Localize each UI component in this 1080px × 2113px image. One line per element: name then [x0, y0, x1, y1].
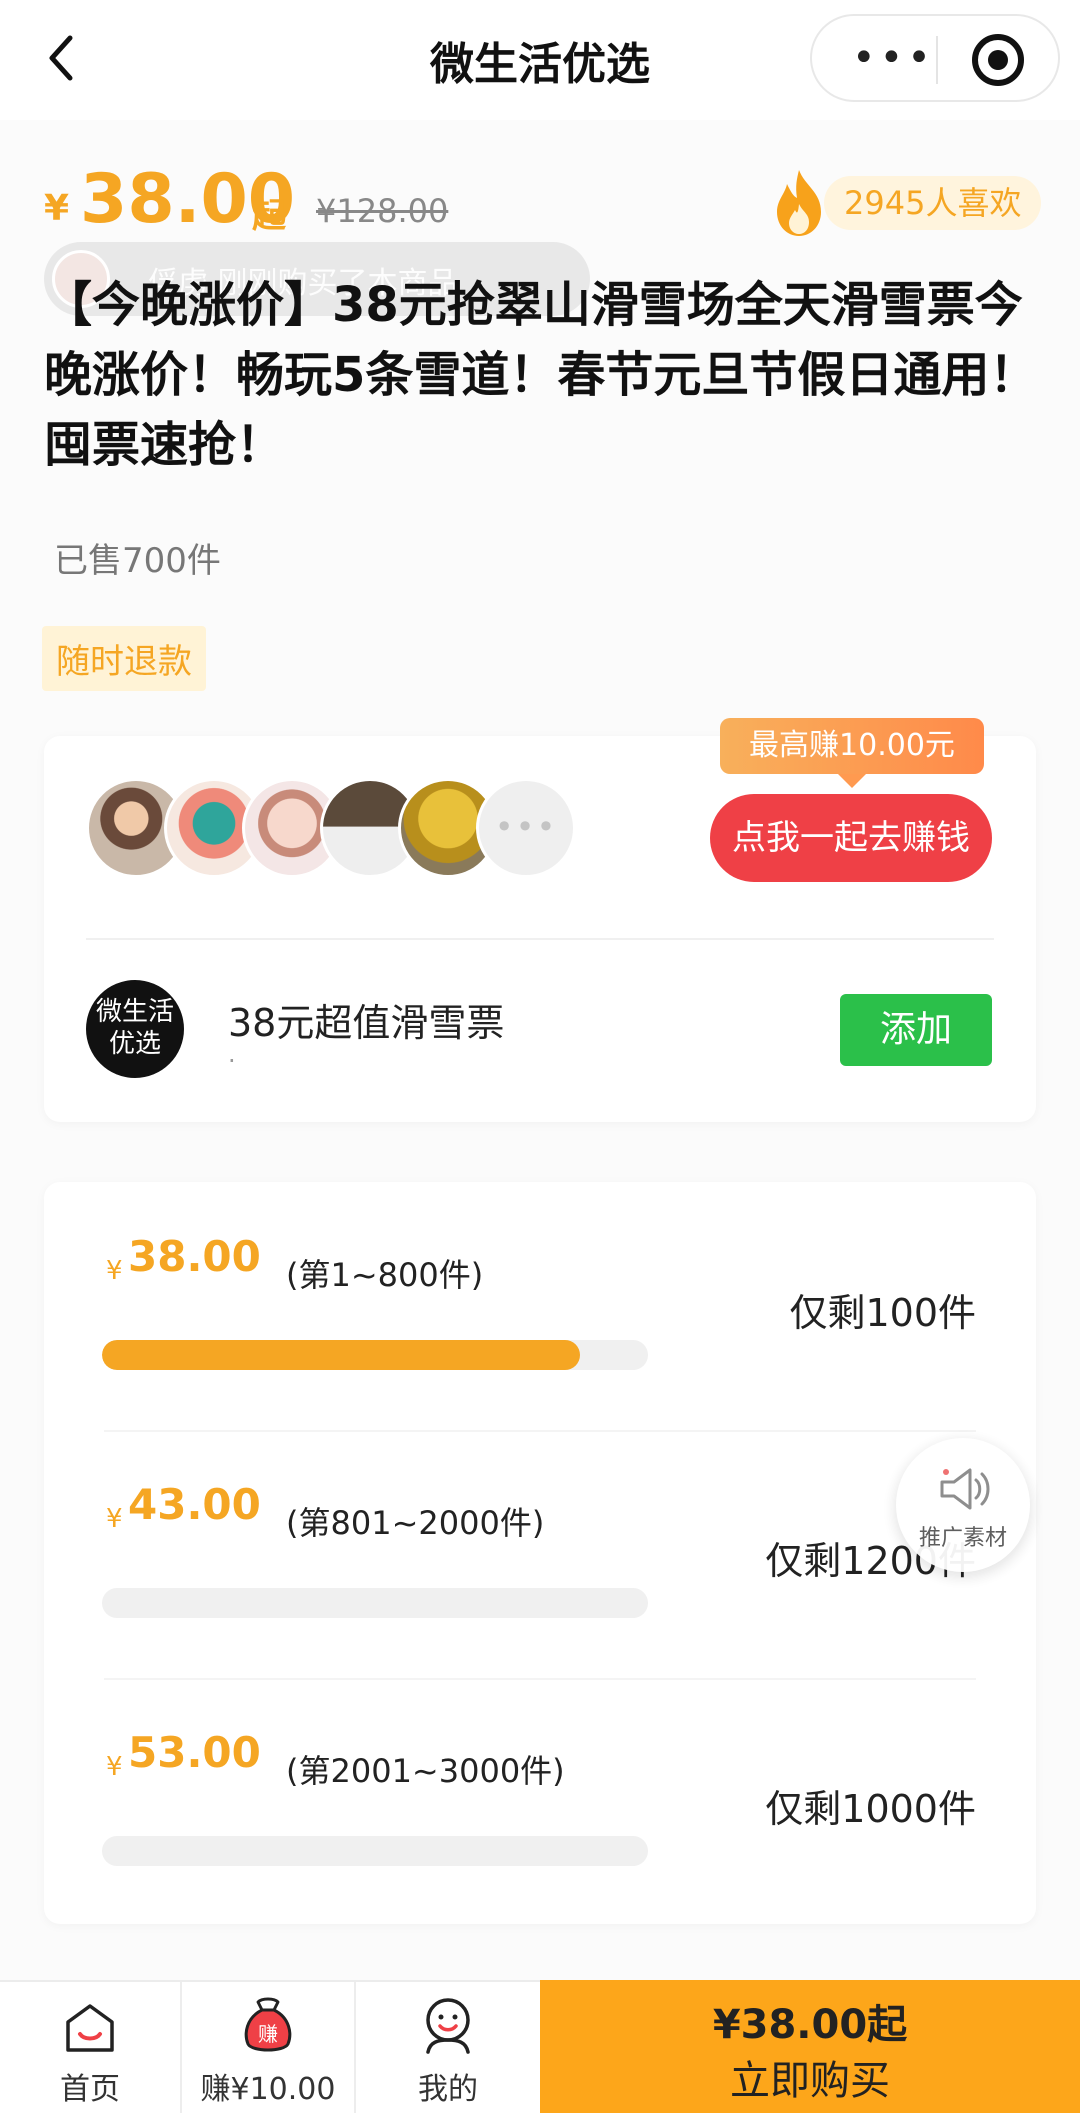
- target-icon[interactable]: [972, 34, 1024, 86]
- product-page: 微生活优选 ••• ¥ 38.00 起 ¥128.00 2945人喜欢 俘虏 刚…: [0, 0, 1080, 2113]
- tab-earn-label: 赚¥10.00: [200, 2072, 336, 2107]
- more-dots-icon[interactable]: •••: [852, 34, 935, 82]
- buy-price: ¥38.00起: [712, 2002, 908, 2048]
- tier-currency: ¥: [106, 1752, 123, 1782]
- sold-count: 已售700件: [54, 541, 221, 581]
- tier-range: (第801~2000件): [286, 1504, 545, 1542]
- add-button[interactable]: 添加: [840, 994, 992, 1066]
- logo-line1: 微生活: [95, 997, 174, 1027]
- promo-material-button[interactable]: 推广素材: [896, 1438, 1030, 1572]
- tier-row: ¥ 43.00 (第801~2000件) 仅剩1200件: [44, 1430, 1036, 1678]
- card-divider: [86, 938, 994, 940]
- tier-currency: ¥: [106, 1256, 123, 1286]
- original-price: ¥128.00: [316, 192, 449, 230]
- megaphone-icon: [940, 1468, 990, 1510]
- tier-range: (第2001~3000件): [286, 1752, 565, 1790]
- refund-tag: 随时退款: [42, 626, 206, 691]
- tier-row: ¥ 38.00 (第1~800件) 仅剩100件: [44, 1182, 1036, 1430]
- fire-icon: [777, 170, 821, 236]
- tier-pricing-card: ¥ 38.00 (第1~800件) 仅剩100件 ¥ 43.00 (第801~2…: [44, 1182, 1036, 1924]
- price-currency: ¥: [44, 188, 70, 229]
- more-avatars-icon[interactable]: •••: [476, 778, 576, 878]
- tier-row: ¥ 53.00 (第2001~3000件) 仅剩1000件: [44, 1678, 1036, 1926]
- earn-card: ••• 最高赚10.00元 点我一起去赚钱 微生活 优选 38元超值滑雪票 . …: [44, 718, 1036, 1122]
- tier-price: 38.00: [128, 1232, 261, 1281]
- logo-line2: 优选: [108, 1029, 161, 1059]
- tier-currency: ¥: [106, 1504, 123, 1534]
- tier-progress-bar: [102, 1340, 648, 1370]
- promo-label: 推广素材: [918, 1526, 1007, 1551]
- home-icon: [66, 2004, 114, 2052]
- buy-label: 立即购买: [730, 2058, 890, 2104]
- tier-progress-bar: [102, 1836, 648, 1866]
- tier-progress-fill: [102, 1340, 580, 1370]
- mini-program-logo: 微生活 优选: [86, 980, 184, 1078]
- max-earn-tooltip: 最高赚10.00元: [720, 718, 984, 788]
- promoter-avatars[interactable]: •••: [86, 778, 586, 882]
- likes-badge: 2945人喜欢: [824, 176, 1042, 230]
- tier-price: 43.00: [128, 1480, 261, 1529]
- tier-remaining: 仅剩1000件: [765, 1787, 976, 1831]
- tab-earn[interactable]: 赚 赚¥10.00: [182, 1982, 354, 2113]
- buy-now-button[interactable]: ¥38.00起 立即购买: [540, 1980, 1080, 2113]
- nav-header: 微生活优选 •••: [0, 0, 1080, 120]
- user-smile-icon: [426, 1998, 470, 2054]
- tab-mine-label: 我的: [418, 2072, 478, 2107]
- capsule-divider: [936, 36, 938, 84]
- mini-program-name: 38元超值滑雪票: [228, 1001, 505, 1045]
- money-bag-icon: 赚: [244, 1997, 292, 2052]
- tab-home-label: 首页: [60, 2072, 120, 2107]
- tab-home[interactable]: 首页: [0, 1982, 180, 2113]
- tab-mine[interactable]: 我的: [356, 1982, 540, 2113]
- earn-badge-text: 赚: [258, 2022, 278, 2046]
- tier-range: (第1~800件): [286, 1256, 484, 1294]
- price-row: ¥ 38.00 起 ¥128.00 2945人喜欢: [44, 160, 1044, 240]
- tier-progress-bar: [102, 1588, 648, 1618]
- product-title: 【今晚涨价】38元抢翠山滑雪场全天滑雪票今晚涨价！畅玩5条雪道！春节元旦节假日通…: [44, 277, 1038, 473]
- tier-remaining: 仅剩100件: [789, 1291, 976, 1335]
- earn-together-button[interactable]: 点我一起去赚钱: [710, 794, 992, 882]
- tier-price: 53.00: [128, 1728, 261, 1777]
- mini-program-sub: .: [228, 1040, 236, 1068]
- price-suffix: 起: [252, 196, 286, 236]
- mini-program-capsule: •••: [810, 14, 1060, 102]
